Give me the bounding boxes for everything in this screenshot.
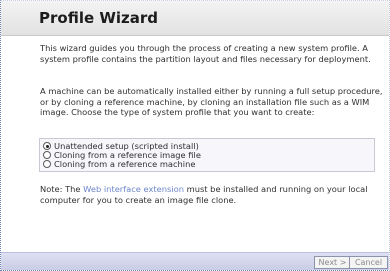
note-prefix: Note: The bbox=[40, 184, 84, 194]
cancel-button[interactable]: Cancel bbox=[349, 256, 388, 269]
page-title: Profile Wizard bbox=[39, 9, 159, 27]
next-button[interactable]: Next > bbox=[314, 256, 351, 269]
profile-type-options: Unattended setup (scripted install) Clon… bbox=[39, 138, 375, 172]
radio-clone-image-file[interactable] bbox=[43, 151, 51, 159]
option-label: Cloning from a reference machine bbox=[54, 159, 196, 169]
intro-text: This wizard guides you through the proce… bbox=[40, 43, 371, 64]
web-interface-extension-link[interactable]: Web interface extension bbox=[83, 184, 184, 194]
description-text: A machine can be automatically installed… bbox=[40, 86, 383, 118]
wizard-header: Profile Wizard bbox=[1, 1, 389, 36]
note-text: Note: The Web interface extension must b… bbox=[40, 184, 385, 205]
option-clone-machine[interactable]: Cloning from a reference machine bbox=[43, 159, 195, 169]
wizard-footer: Next > Cancel bbox=[1, 252, 389, 270]
wizard-frame bbox=[0, 0, 390, 271]
radio-clone-machine[interactable] bbox=[43, 160, 51, 168]
radio-unattended-setup[interactable] bbox=[43, 142, 51, 150]
